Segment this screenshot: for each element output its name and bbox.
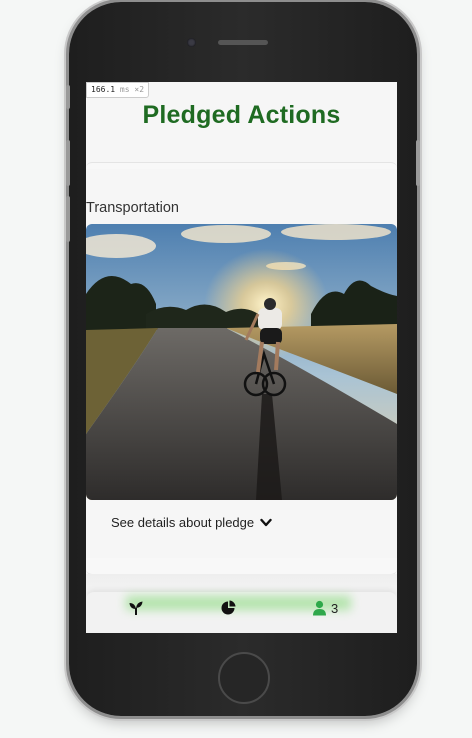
perf-meter: 166.1 ms ×2 <box>86 82 150 98</box>
user-icon <box>313 600 326 616</box>
perf-multiplier: ×2 <box>134 85 145 94</box>
earpiece-speaker <box>218 40 268 45</box>
nav-item-actions[interactable] <box>128 600 144 616</box>
perf-unit: ms <box>119 85 130 94</box>
power-button <box>416 140 420 186</box>
pledge-card-top <box>86 162 397 169</box>
next-pledge-card <box>86 574 397 594</box>
pie-chart-icon <box>221 600 236 615</box>
page-title: Pledged Actions <box>142 101 341 129</box>
pledge-card-bottom <box>86 558 397 575</box>
volume-down-button <box>66 196 70 242</box>
chevron-down-icon <box>260 518 272 526</box>
mute-switch <box>66 85 70 109</box>
home-button[interactable] <box>218 652 270 704</box>
sprout-icon <box>129 601 143 615</box>
perf-value: 166.1 <box>91 85 116 94</box>
community-count: 3 <box>331 600 339 616</box>
cyclist-road-sunset-photo <box>86 224 397 500</box>
phone-screen: 166.1 ms ×2 Pledged Actions Transportati… <box>86 82 397 633</box>
nav-item-stats[interactable] <box>220 600 236 616</box>
see-details-label: See details about pledge <box>111 515 255 530</box>
front-camera <box>187 38 196 47</box>
nav-item-community[interactable]: 3 <box>312 600 338 616</box>
see-details-button[interactable]: See details about pledge <box>111 515 272 530</box>
pledge-category: Transportation <box>86 200 179 216</box>
volume-up-button <box>66 140 70 186</box>
